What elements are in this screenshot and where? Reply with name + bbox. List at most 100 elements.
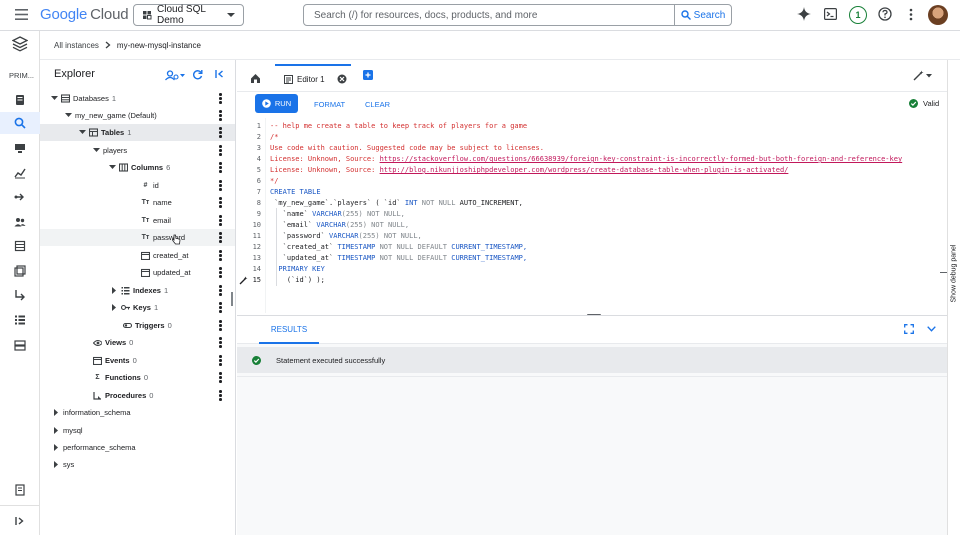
tree-row-column[interactable]: Tт password (40, 229, 235, 246)
sql-product-icon[interactable] (12, 36, 28, 52)
migration-icon[interactable] (14, 191, 26, 203)
kebab-menu-icon[interactable] (219, 127, 222, 138)
tree-row-column[interactable]: Tт name (40, 194, 235, 211)
notifications-badge[interactable]: 1 (849, 6, 867, 24)
kebab-menu-icon[interactable] (219, 337, 222, 348)
tree-row-columns[interactable]: Columns 6 (40, 159, 235, 176)
caret-right-icon[interactable] (52, 444, 60, 452)
release-notes-icon[interactable] (14, 484, 26, 496)
kebab-menu-icon[interactable] (219, 145, 222, 156)
home-tab[interactable] (245, 68, 265, 88)
run-button[interactable]: RUN (255, 94, 298, 113)
tree-row-database[interactable]: mysql (40, 422, 235, 439)
databases-icon[interactable] (14, 240, 26, 252)
kebab-menu-icon[interactable] (219, 390, 222, 401)
kebab-menu-icon[interactable] (219, 215, 222, 226)
clear-button[interactable]: CLEAR (365, 100, 390, 109)
tree-row-database[interactable]: my_new_game (Default) (40, 107, 235, 124)
kebab-menu-icon[interactable] (219, 285, 222, 296)
kebab-menu-icon[interactable] (219, 355, 222, 366)
caret-right-icon[interactable] (110, 287, 118, 295)
tree-row-indexes[interactable]: Indexes 1 (40, 282, 235, 299)
caret-right-icon[interactable] (52, 409, 60, 417)
cloud-shell-icon[interactable] (824, 8, 837, 20)
caret-down-icon[interactable] (64, 112, 72, 120)
kebab-menu-icon[interactable] (219, 320, 222, 331)
insights-icon[interactable] (14, 167, 26, 179)
kebab-menu-icon[interactable] (219, 302, 222, 313)
main-menu-icon[interactable] (15, 9, 28, 20)
connections-icon[interactable] (14, 142, 26, 154)
tree-row-column[interactable]: updated_at (40, 264, 235, 281)
add-connection-icon[interactable] (165, 70, 185, 81)
tab-results[interactable]: RESULTS (259, 316, 319, 344)
kebab-menu-icon[interactable] (219, 110, 222, 121)
caret-down-icon[interactable] (92, 147, 100, 155)
tree-row-column[interactable]: created_at (40, 247, 235, 264)
tree-row-keys[interactable]: Keys 1 (40, 299, 235, 316)
kebab-menu-icon[interactable] (219, 267, 222, 278)
help-icon[interactable] (878, 7, 892, 21)
user-avatar[interactable] (928, 5, 948, 25)
kebab-menu-icon[interactable] (219, 162, 222, 173)
breadcrumb-root-link[interactable]: All instances (54, 41, 99, 50)
more-vert-icon[interactable] (909, 8, 913, 21)
new-tab-button[interactable] (363, 70, 373, 80)
operations-icon[interactable] (14, 314, 26, 326)
tree-row-column[interactable]: Tт email (40, 212, 235, 229)
kebab-menu-icon[interactable] (219, 197, 222, 208)
users-icon[interactable] (14, 216, 26, 228)
fullscreen-icon[interactable] (904, 324, 914, 334)
search-button[interactable]: Search (674, 5, 731, 25)
tree-row-databases[interactable]: Databases 1 (40, 90, 235, 107)
tree-row-table[interactable]: players (40, 142, 235, 159)
project-selector[interactable]: Cloud SQL Demo (133, 4, 244, 26)
license-link[interactable]: http://blog.nikunjjoshiphpdeveloper.com/… (380, 166, 789, 174)
refresh-icon[interactable] (192, 69, 203, 80)
caret-right-icon[interactable] (52, 461, 60, 469)
close-tab-icon[interactable] (337, 74, 347, 84)
caret-right-icon[interactable] (110, 304, 118, 312)
tree-row-events[interactable]: Events 0 (40, 352, 235, 369)
replicas-icon[interactable] (14, 289, 26, 301)
tree-row-tables[interactable]: Tables 1 (40, 124, 235, 141)
caret-down-icon[interactable] (78, 129, 86, 137)
tree-row-functions[interactable]: Σ Functions 0 (40, 369, 235, 386)
tree-row-triggers[interactable]: Triggers 0 (40, 317, 235, 334)
kebab-menu-icon[interactable] (219, 180, 222, 191)
format-button[interactable]: FORMAT (314, 100, 345, 109)
run-label: RUN (274, 99, 292, 108)
tab-editor-1[interactable]: Editor 1 (275, 64, 351, 92)
kebab-menu-icon[interactable] (219, 93, 222, 104)
expand-rail-icon[interactable] (14, 515, 26, 527)
license-link[interactable]: https://stackoverflow.com/questions/6663… (380, 155, 903, 163)
collapse-panel-icon[interactable] (215, 69, 225, 79)
panel-resize-handle[interactable] (231, 292, 233, 306)
ai-assist-icon[interactable] (239, 276, 248, 285)
kebab-menu-icon[interactable] (219, 250, 222, 261)
caret-down-icon[interactable] (50, 95, 58, 103)
overview-icon[interactable] (14, 94, 26, 106)
tree-row-column[interactable]: # id (40, 177, 235, 194)
tree-row-database[interactable]: sys (40, 456, 235, 473)
debug-panel-toggle[interactable]: Show debug panel (940, 60, 960, 535)
kebab-menu-icon[interactable] (219, 232, 222, 243)
tree-row-procedures[interactable]: Procedures 0 (40, 387, 235, 404)
maintenance-icon[interactable] (14, 339, 26, 351)
studio-search-icon[interactable] (14, 117, 26, 129)
editor-settings-button[interactable] (913, 70, 932, 81)
search-input[interactable]: Search (/) for resources, docs, products… (304, 5, 674, 25)
kebab-menu-icon[interactable] (219, 372, 222, 383)
collapse-results-icon[interactable] (927, 326, 936, 332)
caret-right-icon[interactable] (52, 427, 60, 435)
caret-down-icon[interactable] (108, 164, 116, 172)
tree-row-database[interactable]: information_schema (40, 404, 235, 421)
top-bar: Google Cloud Cloud SQL Demo Search (/) f… (0, 0, 960, 30)
sql-code-editor[interactable]: 1 2 3 4 5 6 7 8 9 10 11 12 13 14 15 -- h… (237, 118, 947, 313)
tree-row-views[interactable]: Views 0 (40, 334, 235, 351)
backups-icon[interactable] (14, 265, 26, 277)
gemini-sparkle-icon[interactable] (797, 7, 811, 21)
code-line-4: License: Unknown, Source: https://stacko… (270, 155, 902, 163)
google-cloud-logo[interactable]: Google Cloud (40, 6, 129, 23)
tree-row-database[interactable]: performance_schema (40, 439, 235, 456)
